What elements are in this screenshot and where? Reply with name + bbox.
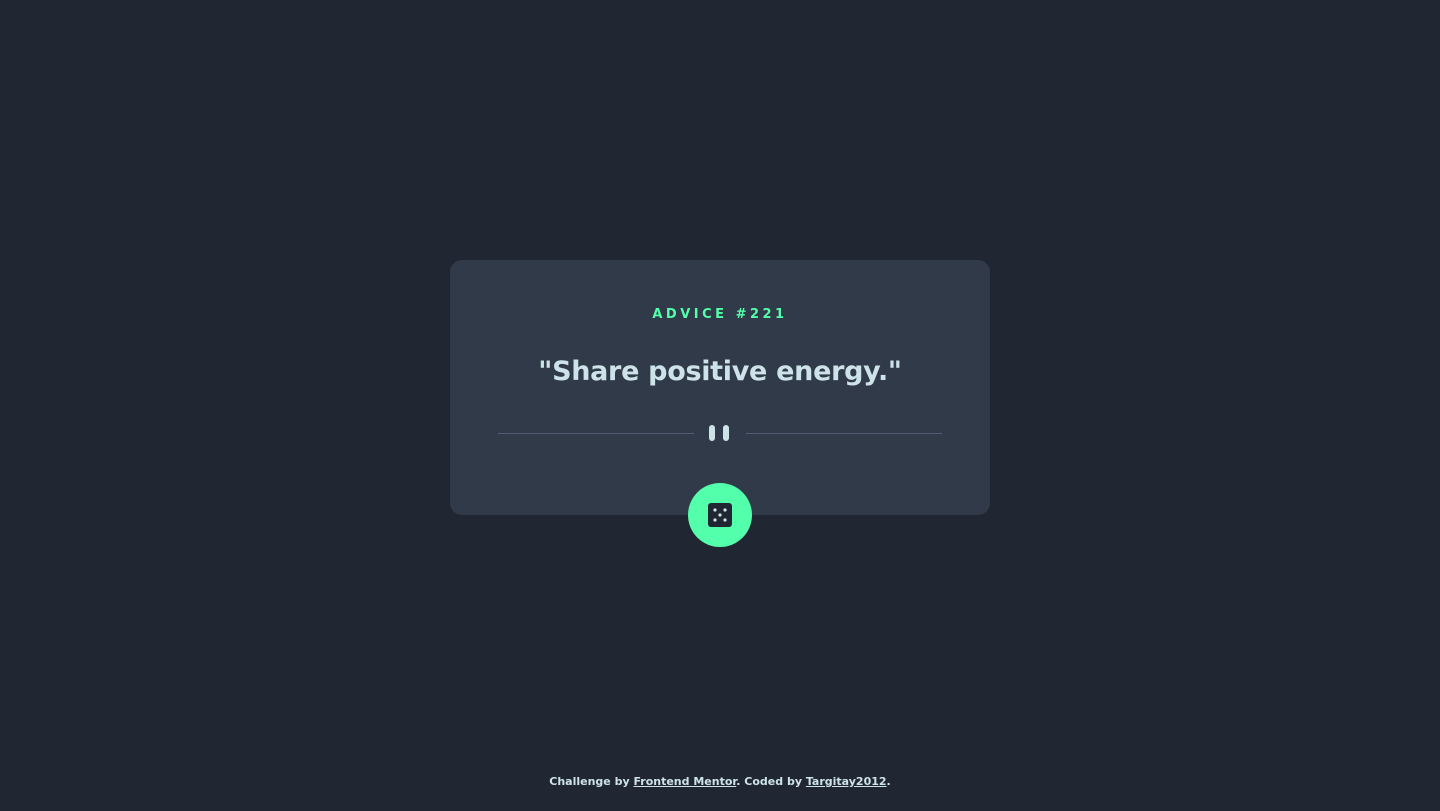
divider-line-left (498, 433, 694, 434)
frontend-mentor-link[interactable]: Frontend Mentor (633, 775, 736, 788)
advice-card: ADVICE #221 "Share positive energy." (450, 260, 990, 515)
advice-id: ADVICE #221 (652, 307, 788, 322)
footer-prefix: Challenge by (549, 775, 634, 788)
dice-icon (708, 503, 732, 527)
footer-suffix: . (886, 775, 891, 788)
advice-text: "Share positive energy." (538, 356, 902, 387)
author-link[interactable]: Targitay2012 (806, 775, 887, 788)
divider-line-right (746, 433, 942, 434)
divider (498, 423, 942, 443)
dice-button[interactable] (688, 483, 752, 547)
pause-icon (709, 425, 731, 441)
footer-middle: . Coded by (736, 775, 806, 788)
footer-attribution: Challenge by Frontend Mentor. Coded by T… (0, 775, 1440, 788)
